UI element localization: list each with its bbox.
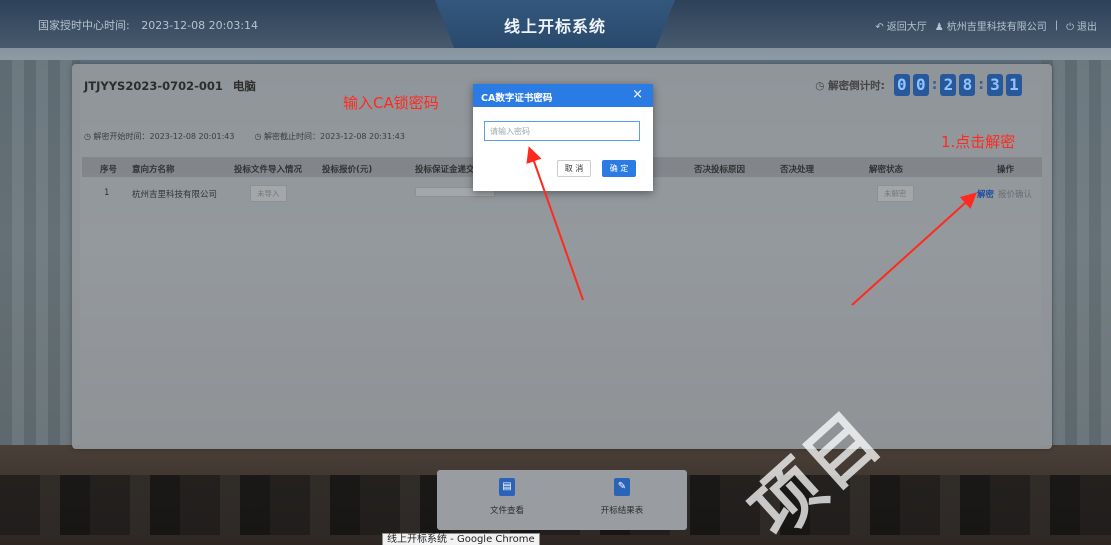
arrow-to-decrypt [851,192,977,306]
annotation-arrows [526,146,977,306]
arrow-to-input [526,146,584,301]
